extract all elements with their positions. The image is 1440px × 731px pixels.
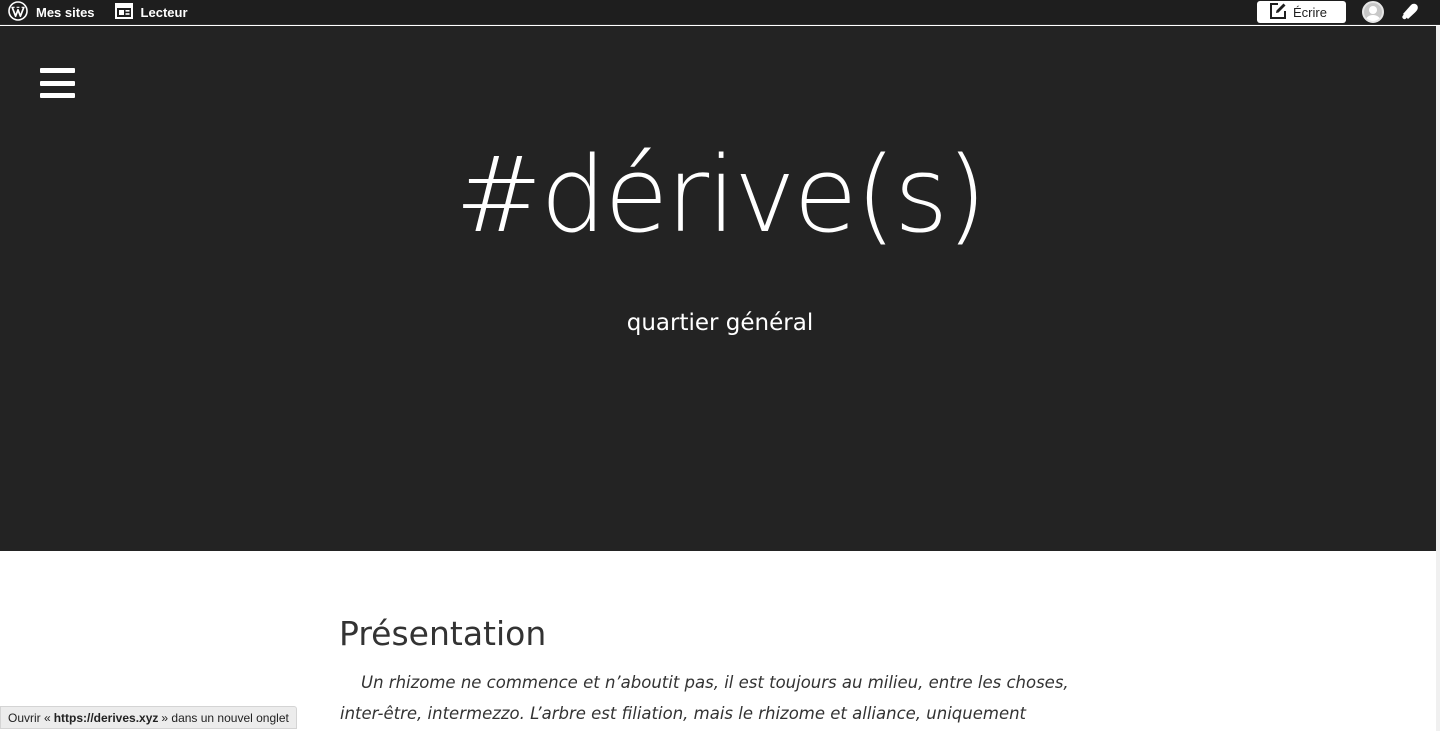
reader-label: Lecteur [140, 4, 188, 20]
notifications-bell-icon [1400, 2, 1420, 23]
window-edge [1436, 26, 1440, 731]
post-article: Présentation Un rhizome ne commence et n… [339, 614, 1110, 731]
notifications-button[interactable] [1400, 2, 1420, 23]
admin-bar-right: Écrire [1257, 0, 1440, 24]
site-title[interactable]: #dérive(s) [0, 138, 1440, 253]
write-label: Écrire [1293, 4, 1327, 20]
reader-button[interactable]: Lecteur [114, 2, 188, 22]
status-suffix: » dans un nouvel onglet [161, 710, 289, 725]
link-status-tooltip: Ouvrir « https://derives.xyz » dans un n… [0, 706, 297, 729]
site-header: #dérive(s) quartier général [0, 26, 1440, 551]
post-title[interactable]: Présentation [339, 614, 1110, 653]
status-url: https://derives.xyz [53, 710, 159, 725]
menu-toggle-button[interactable] [40, 68, 75, 98]
site-description: quartier général [626, 310, 814, 336]
hamburger-icon-bar [40, 80, 75, 86]
write-button[interactable]: Écrire [1257, 1, 1346, 23]
avatar[interactable] [1362, 1, 1384, 23]
hamburger-icon-bar [40, 93, 75, 98]
hamburger-icon-bar [40, 68, 75, 73]
my-sites-button[interactable]: Mes sites [8, 0, 95, 24]
admin-bar: Mes sites Lecteur Écrire [0, 0, 1440, 25]
post-excerpt: Un rhizome ne commence et n’aboutit pas,… [340, 673, 1069, 723]
admin-bar-left: Mes sites Lecteur [0, 0, 188, 24]
status-prefix: Ouvrir « [8, 710, 51, 725]
reader-icon [114, 2, 133, 22]
my-sites-label: Mes sites [36, 4, 95, 20]
compose-icon [1269, 2, 1287, 23]
wordpress-logo-icon [8, 0, 28, 24]
